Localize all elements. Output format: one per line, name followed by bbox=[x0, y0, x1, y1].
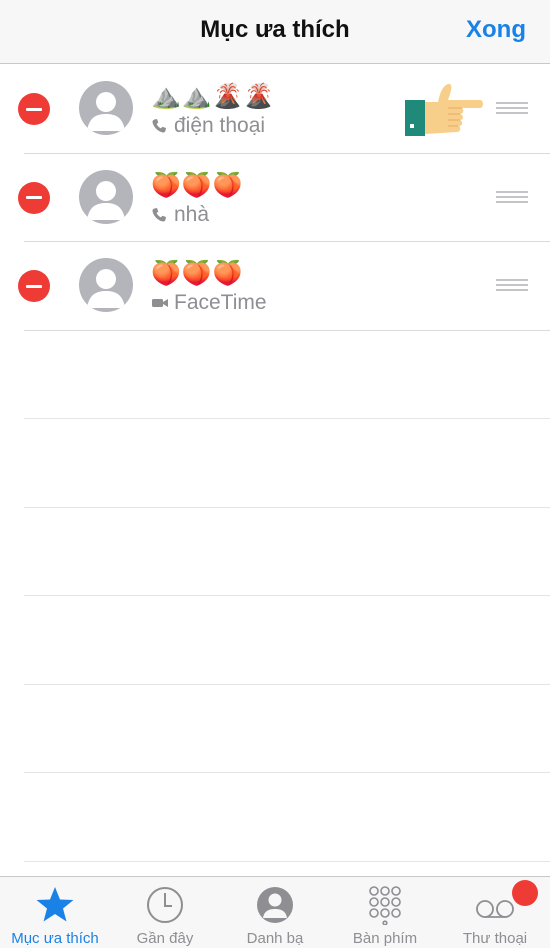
contact-label: FaceTime bbox=[174, 291, 267, 314]
tab-favorites[interactable]: Mục ưa thích bbox=[0, 877, 110, 948]
delete-button[interactable] bbox=[18, 270, 50, 302]
contact-name: 🍑🍑🍑 bbox=[151, 171, 244, 199]
star-icon bbox=[36, 887, 74, 922]
person-silhouette-icon bbox=[87, 269, 125, 308]
contact-subtitle: nhà bbox=[151, 203, 209, 227]
phone-icon bbox=[151, 117, 169, 135]
empty-row bbox=[0, 596, 550, 685]
keypad-icon bbox=[369, 886, 401, 925]
phone-icon bbox=[151, 206, 169, 224]
contact-name: ⛰️⛰️🌋🌋 bbox=[151, 83, 275, 110]
contact-person-icon bbox=[257, 887, 293, 923]
contact-name: 🍑🍑🍑 bbox=[151, 260, 244, 287]
pointing-hand-icon bbox=[405, 83, 483, 136]
clock-icon bbox=[147, 887, 183, 923]
person-silhouette-icon bbox=[87, 180, 125, 220]
video-camera-icon bbox=[151, 294, 169, 312]
favorite-row[interactable]: 🍑🍑🍑 FaceTime bbox=[0, 242, 550, 331]
empty-row bbox=[0, 331, 550, 420]
navigation-bar: Mục ưa thích Xong bbox=[0, 0, 550, 64]
avatar bbox=[79, 81, 133, 135]
tab-label: Thư thoại bbox=[462, 930, 528, 947]
contact-subtitle: FaceTime bbox=[151, 291, 267, 315]
done-button[interactable]: Xong bbox=[466, 16, 526, 44]
avatar bbox=[79, 258, 133, 312]
tab-recents[interactable]: Gần đây bbox=[110, 877, 220, 948]
empty-row bbox=[0, 773, 550, 862]
empty-row bbox=[0, 685, 550, 774]
contact-label: nhà bbox=[174, 202, 210, 226]
reorder-handle[interactable] bbox=[496, 279, 528, 293]
avatar bbox=[79, 169, 133, 224]
tab-bar: Mục ưa thích Gần đây Danh bạ Bàn phím Th… bbox=[0, 876, 550, 948]
tab-label: Bàn phím bbox=[352, 930, 418, 947]
tab-label: Danh bạ bbox=[246, 930, 304, 947]
empty-row bbox=[0, 508, 550, 597]
reorder-handle[interactable] bbox=[496, 102, 528, 116]
person-silhouette-icon bbox=[87, 92, 125, 131]
tab-keypad[interactable]: Bàn phím bbox=[330, 877, 440, 948]
tab-label: Mục ưa thích bbox=[11, 930, 99, 947]
voicemail-icon bbox=[476, 900, 514, 918]
contact-label: điện thoại bbox=[174, 114, 266, 137]
contact-subtitle: điện thoại bbox=[151, 114, 265, 138]
reorder-handle[interactable] bbox=[496, 190, 528, 205]
tab-label: Gần đây bbox=[136, 930, 194, 947]
favorites-list: ⛰️⛰️🌋🌋 điện thoại 🍑🍑🍑 nhà 🍑🍑🍑 FaceTime bbox=[0, 65, 550, 862]
notification-badge bbox=[512, 880, 538, 906]
tab-contacts[interactable]: Danh bạ bbox=[220, 877, 330, 948]
empty-row bbox=[0, 419, 550, 508]
favorite-row[interactable]: 🍑🍑🍑 nhà bbox=[0, 154, 550, 243]
delete-button[interactable] bbox=[18, 93, 50, 125]
delete-button[interactable] bbox=[18, 181, 50, 214]
